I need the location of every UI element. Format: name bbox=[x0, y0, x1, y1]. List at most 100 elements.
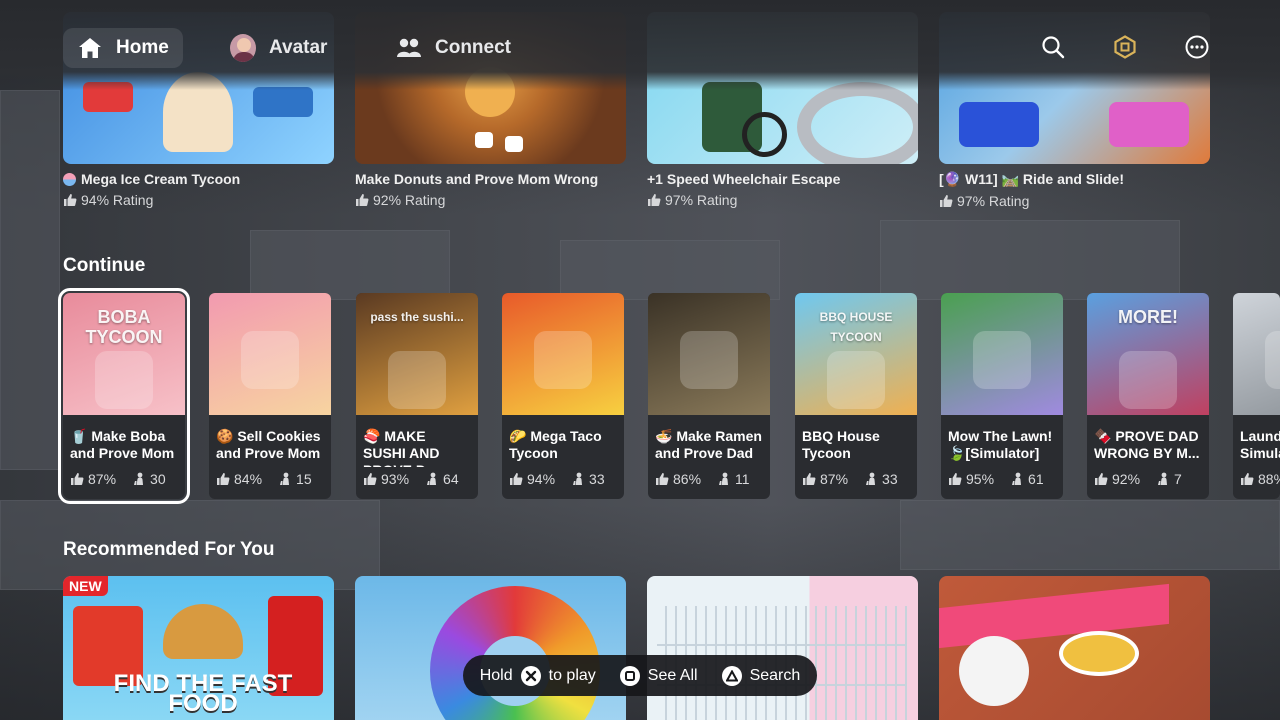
thumbs-up-icon bbox=[364, 473, 377, 485]
thumbs-up-icon bbox=[510, 473, 523, 485]
home-icon bbox=[77, 35, 103, 61]
rating-value: 94% bbox=[527, 471, 556, 487]
player-count: 33 bbox=[589, 471, 605, 487]
game-title: Make Donuts and Prove Mom Wrong bbox=[355, 171, 599, 187]
new-badge: NEW bbox=[63, 576, 108, 596]
game-rating: 97% Rating bbox=[647, 192, 918, 208]
thumbnail-caption: FIND THE FAST FOOD bbox=[113, 670, 293, 717]
thumbnail-caption: BOBA TYCOON bbox=[85, 307, 163, 347]
recommended-tile[interactable]: NEW FIND THE FAST FOOD bbox=[63, 576, 334, 720]
game-title: 🍜 Make Ramen and Prove Dad bbox=[655, 428, 762, 461]
nav-connect-label: Connect bbox=[435, 37, 511, 58]
player-count: 64 bbox=[443, 471, 459, 487]
avatar-icon bbox=[230, 34, 256, 62]
continue-card[interactable]: pass the sushi... 🍣 MAKE SUSHI AND PROVE … bbox=[356, 293, 478, 499]
controller-hint-bar: Hold to play See All Search bbox=[463, 655, 817, 696]
game-title: 🍫 PROVE DAD WRONG BY M... bbox=[1094, 428, 1200, 461]
players-icon bbox=[1012, 472, 1022, 485]
game-thumbnail bbox=[648, 293, 770, 415]
nav-connect[interactable]: Connect bbox=[382, 28, 525, 68]
nav-avatar[interactable]: Avatar bbox=[216, 28, 341, 68]
hint-see-all[interactable]: See All bbox=[648, 667, 698, 685]
game-thumbnail bbox=[647, 576, 918, 720]
search-icon[interactable] bbox=[1040, 34, 1066, 60]
recommended-tile[interactable] bbox=[355, 576, 626, 720]
game-thumbnail bbox=[502, 293, 624, 415]
game-rating: 97% Rating bbox=[939, 193, 1210, 209]
game-stats: 92% 7 bbox=[1094, 471, 1182, 487]
players-icon bbox=[134, 472, 144, 485]
players-icon bbox=[427, 472, 437, 485]
game-title: 🌮 Mega Taco Tycoon bbox=[509, 428, 602, 461]
game-thumbnail bbox=[209, 293, 331, 415]
continue-heading: Continue bbox=[63, 255, 146, 276]
thumbs-up-icon bbox=[1241, 473, 1254, 485]
thumbs-up-icon bbox=[648, 194, 661, 206]
bg-block bbox=[880, 220, 1180, 300]
thumbs-up-icon bbox=[1095, 473, 1108, 485]
nav-avatar-label: Avatar bbox=[269, 37, 328, 58]
players-icon bbox=[1158, 472, 1168, 485]
thumbs-up-icon bbox=[940, 195, 953, 207]
thumbs-up-icon bbox=[71, 473, 84, 485]
recommended-tile[interactable] bbox=[939, 576, 1210, 720]
y-button-icon bbox=[721, 665, 742, 686]
rating-value: 84% bbox=[234, 471, 263, 487]
nav-home[interactable]: Home bbox=[63, 28, 183, 68]
bg-block bbox=[250, 230, 450, 300]
people-icon bbox=[396, 35, 422, 61]
continue-card[interactable]: BBQ HOUSE TYCOON BBQ House Tycoon 87% 33 bbox=[795, 293, 917, 499]
game-rating: 94% Rating bbox=[63, 192, 334, 208]
rating-value: 95% bbox=[966, 471, 995, 487]
game-thumbnail bbox=[941, 293, 1063, 415]
nav-home-label: Home bbox=[116, 37, 169, 58]
game-thumbnail: MORE! bbox=[1087, 293, 1209, 415]
game-thumbnail bbox=[355, 576, 626, 720]
game-stats: 95% 61 bbox=[948, 471, 1044, 487]
thumbnail-caption: pass the sushi... bbox=[370, 310, 464, 324]
continue-card[interactable]: 🍜 Make Ramen and Prove Dad 86% 11 bbox=[648, 293, 770, 499]
top-navigation: Home Avatar Connect bbox=[0, 0, 1280, 90]
robux-icon[interactable] bbox=[1112, 34, 1138, 60]
view-button-icon bbox=[619, 665, 640, 686]
recommended-tile[interactable] bbox=[647, 576, 918, 720]
continue-card[interactable]: 🌮 Mega Taco Tycoon 94% 33 bbox=[502, 293, 624, 499]
continue-card[interactable]: Mow The Lawn! 🍃[Simulator] 95% 61 bbox=[941, 293, 1063, 499]
continue-card[interactable]: BOBA TYCOON 🥤 Make Boba and Prove Mom 87% 3… bbox=[58, 288, 190, 504]
game-title: +1 Speed Wheelchair Escape bbox=[647, 171, 841, 187]
game-thumbnail bbox=[939, 576, 1210, 720]
player-count: 11 bbox=[735, 471, 750, 487]
game-title: Mow The Lawn! 🍃[Simulator] bbox=[948, 428, 1053, 461]
hint-search[interactable]: Search bbox=[750, 667, 801, 685]
game-title: 🍣 MAKE SUSHI AND PROVE D... bbox=[363, 428, 440, 467]
rating-value: 88% bbox=[1258, 471, 1280, 487]
player-count: 33 bbox=[882, 471, 898, 487]
more-icon[interactable] bbox=[1184, 34, 1210, 60]
thumbs-up-icon bbox=[64, 194, 77, 206]
rating-value: 86% bbox=[673, 471, 702, 487]
player-count: 61 bbox=[1028, 471, 1044, 487]
game-stats: 87% 30 bbox=[70, 471, 166, 487]
players-icon bbox=[573, 472, 583, 485]
game-stats: 86% 11 bbox=[655, 471, 750, 487]
thumbs-up-icon bbox=[656, 473, 669, 485]
thumbs-up-icon bbox=[356, 194, 369, 206]
players-icon bbox=[866, 472, 876, 485]
hint-to-play: to play bbox=[548, 666, 596, 684]
continue-card[interactable]: MORE! 🍫 PROVE DAD WRONG BY M... 92% 7 bbox=[1087, 293, 1209, 499]
game-title: Laund Simula bbox=[1240, 428, 1280, 461]
continue-card[interactable]: Laund Simula 88% bbox=[1233, 293, 1280, 499]
bg-block bbox=[0, 90, 60, 470]
players-icon bbox=[719, 472, 729, 485]
game-stats: 94% 33 bbox=[509, 471, 605, 487]
game-stats: 84% 15 bbox=[216, 471, 312, 487]
game-thumbnail: BBQ HOUSE TYCOON bbox=[795, 293, 917, 415]
bg-block bbox=[560, 240, 780, 300]
game-stats: 88% bbox=[1240, 471, 1280, 487]
thumbs-up-icon bbox=[949, 473, 962, 485]
continue-card[interactable]: 🍪 Sell Cookies and Prove Mom 84% 15 bbox=[209, 293, 331, 499]
recommended-heading: Recommended For You bbox=[63, 539, 275, 560]
player-count: 7 bbox=[1174, 471, 1182, 487]
thumbs-up-icon bbox=[803, 473, 816, 485]
hint-hold: Hold bbox=[479, 666, 513, 684]
